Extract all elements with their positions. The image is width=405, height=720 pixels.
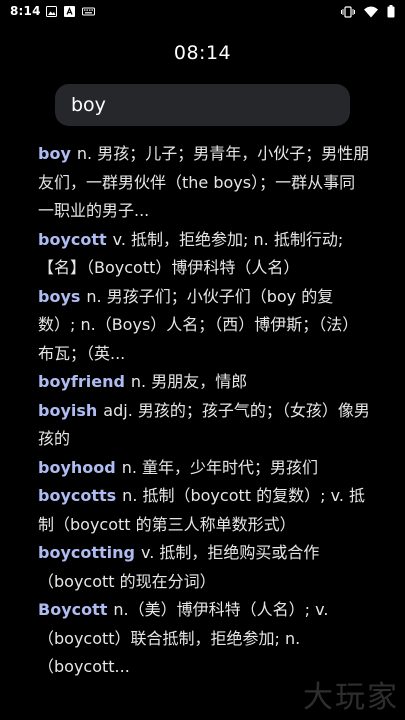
battery-icon: [387, 5, 395, 21]
result-definition: n. 男朋友，情郎: [130, 372, 248, 391]
result-word: boycott: [38, 229, 107, 249]
result-item[interactable]: boyish adj. 男孩的；孩子气的；（女孩）像男孩的: [38, 397, 370, 454]
result-definition: n. 童年，少年时代；男孩们: [121, 457, 319, 477]
result-word: boy: [38, 144, 71, 163]
search-input[interactable]: [71, 84, 336, 126]
dictionary-screen: 8:14 08:14 boy boy n. 男孩；儿子；男青年，小伙子；男性朋友…: [0, 0, 405, 720]
photo-icon: [46, 6, 57, 20]
result-item[interactable]: boy n. 男孩；儿子；男青年，小伙子；男性朋友们，一群男伙伴（the boys…: [38, 140, 370, 226]
status-bar: 8:14: [0, 0, 405, 24]
keyboard-icon: [82, 6, 95, 20]
watermark: 大玩家: [303, 680, 399, 715]
text-icon: [64, 6, 75, 20]
status-time: 8:14: [10, 4, 41, 18]
wifi-icon: [364, 6, 378, 21]
result-item[interactable]: boys n. 男孩子们；小伙子们（boy 的复数）; n.（Boys）人名；（西…: [38, 283, 370, 369]
result-item[interactable]: boycotts n. 抵制（boycott 的复数）; v. 抵制（boycot…: [38, 482, 370, 539]
result-word: boyfriend: [38, 372, 125, 391]
clock: 08:14: [173, 42, 232, 64]
result-word: boycotts: [38, 486, 117, 505]
result-item[interactable]: Boycott n.（美）博伊科特（人名）; v.（boycott）联合抵制，拒绝…: [38, 596, 370, 682]
vibrate-icon: [341, 5, 355, 21]
result-item[interactable]: boyfriend n. 男朋友，情郎: [38, 368, 370, 397]
result-word: boys: [38, 286, 81, 306]
result-word: boyish: [38, 400, 98, 420]
result-word: Boycott: [38, 600, 108, 619]
result-item[interactable]: boyhood n. 童年，少年时代；男孩们: [38, 454, 370, 483]
result-word: boyhood: [38, 457, 116, 477]
results-list: boy n. 男孩；儿子；男青年，小伙子；男性朋友们，一群男伙伴（the boys…: [38, 140, 370, 682]
result-word: boycotting: [38, 543, 135, 562]
result-item[interactable]: boycott v. 抵制，拒绝参加; n. 抵制行动;【名】（Boycott）博…: [38, 226, 370, 283]
result-definition: n. 男孩子们；小伙子们（boy 的复数）; n.（Boys）人名；（西）博伊斯…: [38, 286, 359, 363]
result-item[interactable]: boycotting v. 抵制，拒绝购买或合作（boycott 的现在分词）: [38, 539, 370, 596]
search-box[interactable]: [55, 84, 350, 126]
result-definition: n. 男孩；儿子；男青年，小伙子；男性朋友们，一群男伙伴（the boys）；一…: [38, 144, 370, 220]
